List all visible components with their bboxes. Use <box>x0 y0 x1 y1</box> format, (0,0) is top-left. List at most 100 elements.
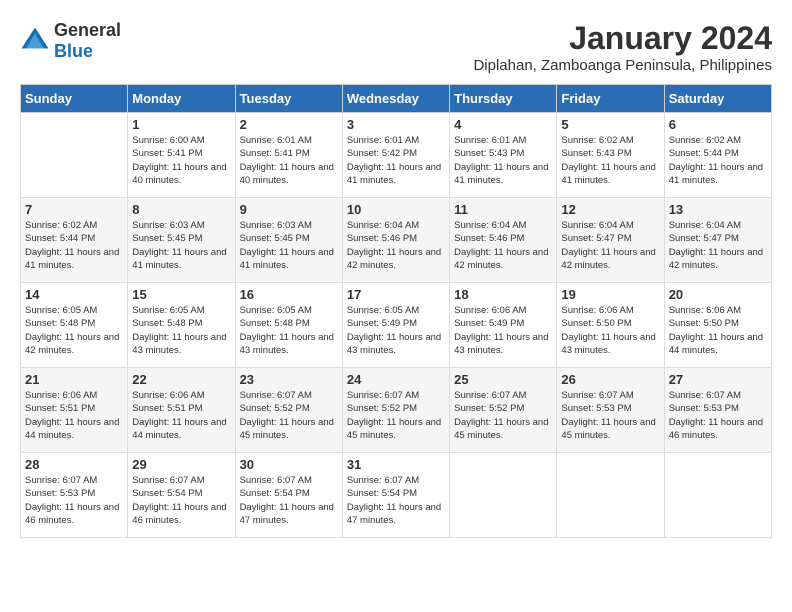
day-number: 16 <box>240 287 338 302</box>
calendar-cell: 31 Sunrise: 6:07 AMSunset: 5:54 PMDayligh… <box>342 453 449 538</box>
day-info: Sunrise: 6:07 AMSunset: 5:54 PMDaylight:… <box>347 474 445 527</box>
weekday-header-saturday: Saturday <box>664 85 771 113</box>
calendar-week-4: 21Sunrise: 6:06 AMSunset: 5:51 PMDayligh… <box>21 368 772 453</box>
calendar-cell: 20Sunrise: 6:06 AMSunset: 5:50 PMDayligh… <box>664 283 771 368</box>
logo-text-blue: Blue <box>54 41 93 61</box>
weekday-header-row: SundayMondayTuesdayWednesdayThursdayFrid… <box>21 85 772 113</box>
day-number: 29 <box>132 457 230 472</box>
day-number: 15 <box>132 287 230 302</box>
weekday-header-thursday: Thursday <box>450 85 557 113</box>
day-info: Sunrise: 6:07 AMSunset: 5:54 PMDaylight:… <box>132 474 230 527</box>
calendar-cell: 15 Sunrise: 6:05 AMSunset: 5:48 PMDayligh… <box>128 283 235 368</box>
day-info: Sunrise: 6:07 AMSunset: 5:52 PMDaylight:… <box>347 389 445 442</box>
day-info: Sunrise: 6:04 AMSunset: 5:47 PMDaylight:… <box>669 219 767 272</box>
calendar-cell: 11Sunrise: 6:04 AMSunset: 5:46 PMDayligh… <box>450 198 557 283</box>
calendar-cell: 26Sunrise: 6:07 AMSunset: 5:53 PMDayligh… <box>557 368 664 453</box>
day-number: 19 <box>561 287 659 302</box>
calendar-cell: 27 Sunrise: 6:07 AMSunset: 5:53 PMDayligh… <box>664 368 771 453</box>
day-info: Sunrise: 6:01 AMSunset: 5:42 PMDaylight:… <box>347 134 445 187</box>
day-info: Sunrise: 6:01 AMSunset: 5:43 PMDaylight:… <box>454 134 552 187</box>
day-info: Sunrise: 6:06 AMSunset: 5:51 PMDaylight:… <box>25 389 123 442</box>
day-info: Sunrise: 6:04 AMSunset: 5:46 PMDaylight:… <box>347 219 445 272</box>
day-info: Sunrise: 6:03 AMSunset: 5:45 PMDaylight:… <box>132 219 230 272</box>
calendar-cell: 25 Sunrise: 6:07 AMSunset: 5:52 PMDayligh… <box>450 368 557 453</box>
day-number: 2 <box>240 117 338 132</box>
calendar-week-3: 14 Sunrise: 6:05 AMSunset: 5:48 PMDayligh… <box>21 283 772 368</box>
title-section: January 2024 Diplahan, Zamboanga Peninsu… <box>473 20 772 74</box>
calendar-week-5: 28Sunrise: 6:07 AMSunset: 5:53 PMDayligh… <box>21 453 772 538</box>
day-number: 20 <box>669 287 767 302</box>
day-number: 6 <box>669 117 767 132</box>
day-info: Sunrise: 6:07 AMSunset: 5:52 PMDaylight:… <box>240 389 338 442</box>
day-number: 23 <box>240 372 338 387</box>
day-number: 27 <box>669 372 767 387</box>
day-number: 17 <box>347 287 445 302</box>
weekday-header-tuesday: Tuesday <box>235 85 342 113</box>
weekday-header-friday: Friday <box>557 85 664 113</box>
calendar-cell: 14 Sunrise: 6:05 AMSunset: 5:48 PMDayligh… <box>21 283 128 368</box>
day-number: 5 <box>561 117 659 132</box>
day-number: 1 <box>132 117 230 132</box>
day-number: 25 <box>454 372 552 387</box>
calendar-cell: 22Sunrise: 6:06 AMSunset: 5:51 PMDayligh… <box>128 368 235 453</box>
calendar-week-2: 7Sunrise: 6:02 AMSunset: 5:44 PMDaylight… <box>21 198 772 283</box>
calendar-cell: 3 Sunrise: 6:01 AMSunset: 5:42 PMDaylight… <box>342 113 449 198</box>
day-info: Sunrise: 6:07 AMSunset: 5:53 PMDaylight:… <box>669 389 767 442</box>
day-number: 4 <box>454 117 552 132</box>
day-info: Sunrise: 6:07 AMSunset: 5:54 PMDaylight:… <box>240 474 338 527</box>
weekday-header-wednesday: Wednesday <box>342 85 449 113</box>
calendar-cell <box>450 453 557 538</box>
logo-text-general: General <box>54 20 121 40</box>
day-number: 14 <box>25 287 123 302</box>
calendar-cell <box>557 453 664 538</box>
day-number: 31 <box>347 457 445 472</box>
weekday-header-sunday: Sunday <box>21 85 128 113</box>
day-info: Sunrise: 6:05 AMSunset: 5:49 PMDaylight:… <box>347 304 445 357</box>
day-info: Sunrise: 6:07 AMSunset: 5:53 PMDaylight:… <box>25 474 123 527</box>
day-info: Sunrise: 6:05 AMSunset: 5:48 PMDaylight:… <box>25 304 123 357</box>
day-info: Sunrise: 6:05 AMSunset: 5:48 PMDaylight:… <box>132 304 230 357</box>
day-info: Sunrise: 6:01 AMSunset: 5:41 PMDaylight:… <box>240 134 338 187</box>
calendar-header: SundayMondayTuesdayWednesdayThursdayFrid… <box>21 85 772 113</box>
calendar-cell: 24 Sunrise: 6:07 AMSunset: 5:52 PMDayligh… <box>342 368 449 453</box>
calendar-table: SundayMondayTuesdayWednesdayThursdayFrid… <box>20 84 772 538</box>
day-number: 9 <box>240 202 338 217</box>
day-info: Sunrise: 6:02 AMSunset: 5:44 PMDaylight:… <box>25 219 123 272</box>
day-info: Sunrise: 6:04 AMSunset: 5:47 PMDaylight:… <box>561 219 659 272</box>
calendar-body: 1 Sunrise: 6:00 AMSunset: 5:41 PMDaylight… <box>21 113 772 538</box>
calendar-cell: 29 Sunrise: 6:07 AMSunset: 5:54 PMDayligh… <box>128 453 235 538</box>
calendar-cell: 23 Sunrise: 6:07 AMSunset: 5:52 PMDayligh… <box>235 368 342 453</box>
calendar-cell: 7Sunrise: 6:02 AMSunset: 5:44 PMDaylight… <box>21 198 128 283</box>
day-info: Sunrise: 6:04 AMSunset: 5:46 PMDaylight:… <box>454 219 552 272</box>
day-info: Sunrise: 6:03 AMSunset: 5:45 PMDaylight:… <box>240 219 338 272</box>
calendar-cell: 18Sunrise: 6:06 AMSunset: 5:49 PMDayligh… <box>450 283 557 368</box>
day-info: Sunrise: 6:06 AMSunset: 5:51 PMDaylight:… <box>132 389 230 442</box>
month-year-title: January 2024 <box>473 20 772 57</box>
day-number: 3 <box>347 117 445 132</box>
weekday-header-monday: Monday <box>128 85 235 113</box>
day-number: 30 <box>240 457 338 472</box>
calendar-cell: 8 Sunrise: 6:03 AMSunset: 5:45 PMDaylight… <box>128 198 235 283</box>
calendar-cell: 6Sunrise: 6:02 AMSunset: 5:44 PMDaylight… <box>664 113 771 198</box>
calendar-cell: 30 Sunrise: 6:07 AMSunset: 5:54 PMDayligh… <box>235 453 342 538</box>
calendar-cell: 21Sunrise: 6:06 AMSunset: 5:51 PMDayligh… <box>21 368 128 453</box>
calendar-cell: 10 Sunrise: 6:04 AMSunset: 5:46 PMDayligh… <box>342 198 449 283</box>
calendar-cell: 13 Sunrise: 6:04 AMSunset: 5:47 PMDayligh… <box>664 198 771 283</box>
calendar-cell: 12Sunrise: 6:04 AMSunset: 5:47 PMDayligh… <box>557 198 664 283</box>
page-header: General Blue January 2024 Diplahan, Zamb… <box>20 20 772 74</box>
location-subtitle: Diplahan, Zamboanga Peninsula, Philippin… <box>473 57 772 74</box>
calendar-cell: 9 Sunrise: 6:03 AMSunset: 5:45 PMDaylight… <box>235 198 342 283</box>
day-info: Sunrise: 6:00 AMSunset: 5:41 PMDaylight:… <box>132 134 230 187</box>
day-number: 26 <box>561 372 659 387</box>
day-number: 10 <box>347 202 445 217</box>
day-number: 8 <box>132 202 230 217</box>
day-info: Sunrise: 6:02 AMSunset: 5:43 PMDaylight:… <box>561 134 659 187</box>
calendar-week-1: 1 Sunrise: 6:00 AMSunset: 5:41 PMDaylight… <box>21 113 772 198</box>
logo-icon <box>20 26 50 56</box>
calendar-cell: 2 Sunrise: 6:01 AMSunset: 5:41 PMDaylight… <box>235 113 342 198</box>
day-number: 13 <box>669 202 767 217</box>
day-info: Sunrise: 6:07 AMSunset: 5:52 PMDaylight:… <box>454 389 552 442</box>
day-number: 24 <box>347 372 445 387</box>
calendar-cell <box>21 113 128 198</box>
day-info: Sunrise: 6:05 AMSunset: 5:48 PMDaylight:… <box>240 304 338 357</box>
